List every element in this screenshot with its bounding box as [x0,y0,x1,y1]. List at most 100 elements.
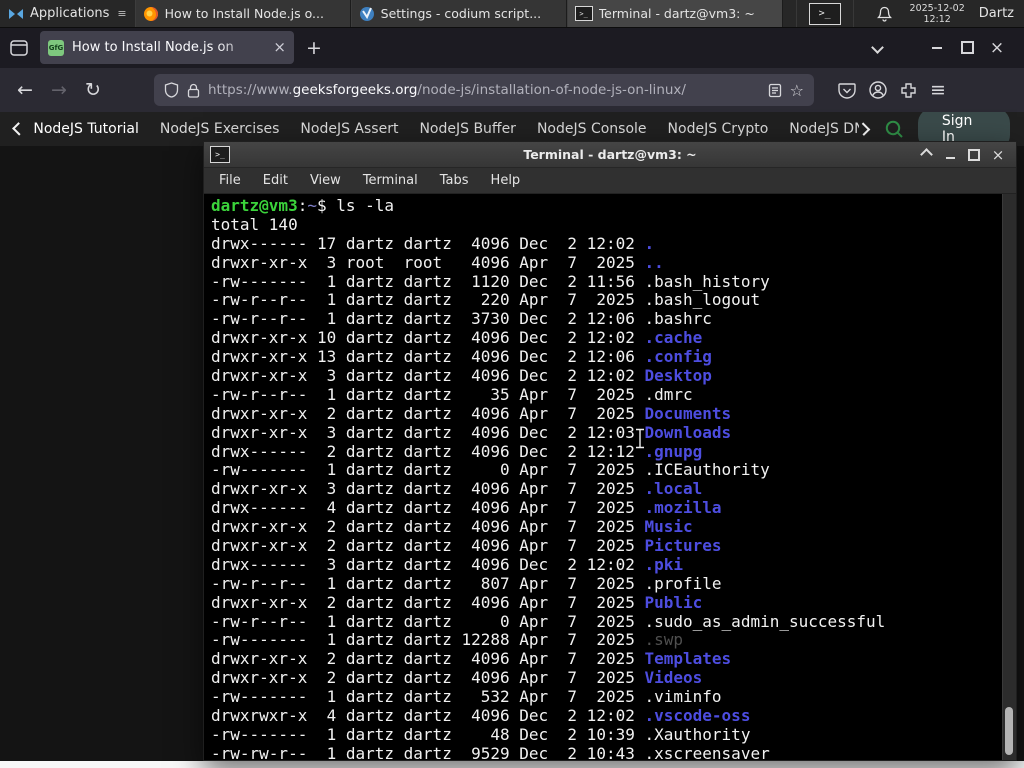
firefox-view-icon [10,39,28,56]
extensions-icon[interactable] [900,82,917,99]
window-minimize-button[interactable] [922,46,952,49]
menu-view[interactable]: View [299,173,352,188]
reader-view-icon[interactable] [768,83,782,98]
shield-icon [164,82,179,98]
terminal-file-line: drwxr-xr-x 2 dartz dartz 4096 Apr 7 2025… [211,403,732,423]
terminal-icon: >_ [574,6,593,21]
terminal-titlebar[interactable]: >_ Terminal - dartz@vm3: ~ × [204,142,1016,168]
terminal-file-line: -rw-rw-r-- 1 dartz dartz 9529 Dec 2 10:4… [211,743,770,760]
url-domain: geeksforgeeks.org [292,82,418,98]
browser-tab-active[interactable]: GfG How to Install Node.js on × [40,31,294,64]
terminal-file-line: drwxr-xr-x 3 dartz dartz 4096 Dec 2 12:0… [211,422,732,442]
mouse-ibeam-cursor [636,428,644,449]
terminal-file-line: -rw------- 1 dartz dartz 12288 Apr 7 202… [211,630,684,650]
taskbar-button-terminal[interactable]: >_ Terminal - dartz@vm3: ~ [566,0,783,27]
tab-close-button[interactable]: × [273,40,286,55]
site-nav-link[interactable]: NodeJS Console [537,121,647,137]
terminal-file-line: drwxr-xr-x 3 dartz dartz 4096 Apr 7 2025… [211,479,703,499]
panel-clock[interactable]: 2025-12-02 12:12 [902,0,973,27]
terminal-file-line: drwx------ 4 dartz dartz 4096 Apr 7 2025… [211,498,722,518]
site-nav-link[interactable]: NodeJS Buffer [419,121,516,137]
back-button[interactable]: ← [8,79,42,101]
terminal-file-line: drwxr-xr-x 10 dartz dartz 4096 Dec 2 12:… [211,328,703,348]
site-search-button[interactable] [884,119,904,139]
pocket-icon[interactable] [838,82,856,99]
site-nav-link[interactable]: NodeJS Assert [300,121,398,137]
taskbar-button-label: Terminal - dartz@vm3: ~ [598,6,755,21]
desktop-screen: Applications ≡ How to Install Node.js o.… [0,0,1024,768]
site-nav-links: NodeJS Tutorial NodeJS Exercises NodeJS As… [33,121,858,137]
bookmark-star-button[interactable]: ☆ [790,81,804,100]
applications-label: Applications [30,6,110,21]
menu-lines-icon: ≡ [117,7,127,20]
menu-help[interactable]: Help [480,173,532,188]
taskbar-button-label: How to Install Node.js o... [164,6,324,21]
clock-time: 12:12 [923,13,951,25]
list-tabs-button[interactable] [862,41,892,54]
browser-toolbar: ← → ↻ https://www.geeksforgeeks.org/node… [0,68,1024,112]
terminal-file-line: drwxr-xr-x 2 dartz dartz 4096 Apr 7 2025… [211,517,693,537]
site-nav-link[interactable]: NodeJS DNS [789,121,858,137]
webpage-bottom-strip [0,761,1024,768]
tab-title: How to Install Node.js on [72,40,234,55]
window-close-button[interactable]: × [982,38,1012,58]
nav-scroll-left-icon[interactable] [11,122,26,136]
terminal-file-line: drwxrwxr-x 4 dartz dartz 4096 Dec 2 12:0… [211,706,751,726]
menu-edit[interactable]: Edit [252,173,299,188]
terminal-file-line: -rw-r--r-- 1 dartz dartz 35 Apr 7 2025 .… [211,384,693,404]
terminal-file-line: -rw------- 1 dartz dartz 1120 Dec 2 11:5… [211,271,770,291]
terminal-maximize-button[interactable] [964,146,984,164]
terminal-file-line: drwxr-xr-x 2 dartz dartz 4096 Apr 7 2025… [211,536,722,556]
url-path: /node-js/installation-of-node-js-on-linu… [417,82,686,98]
terminal-total-line: total 140 [211,214,298,234]
terminal-prompt-line: dartz@vm3:~$ ls -la [211,196,395,215]
terminal-scrollbar[interactable] [1002,194,1016,760]
chevron-down-icon [870,41,884,54]
browser-tab-bar: GfG How to Install Node.js on × + × [0,27,1024,68]
terminal-file-line: -rw-r--r-- 1 dartz dartz 220 Apr 7 2025 … [211,290,761,310]
terminal-shade-button[interactable] [916,146,936,164]
terminal-file-line: drwxr-xr-x 2 dartz dartz 4096 Apr 7 2025… [211,649,732,669]
window-maximize-button[interactable] [952,41,982,54]
terminal-close-button[interactable]: × [988,146,1008,164]
url-text: https://www.geeksforgeeks.org/node-js/in… [208,82,760,98]
terminal-file-line: -rw------- 1 dartz dartz 532 Apr 7 2025 … [211,687,722,707]
site-nav-link[interactable]: NodeJS Crypto [668,121,769,137]
terminal-file-line: drwxr-xr-x 3 root root 4096 Apr 7 2025 .… [211,252,664,272]
new-tab-button[interactable]: + [306,37,322,59]
address-bar[interactable]: https://www.geeksforgeeks.org/node-js/in… [154,74,814,106]
notification-bell-button[interactable] [867,0,902,27]
terminal-scrollbar-thumb[interactable] [1005,707,1013,755]
terminal-window-title: Terminal - dartz@vm3: ~ [523,147,697,162]
firefox-view-button[interactable] [10,39,28,56]
terminal-file-line: -rw-r--r-- 1 dartz dartz 0 Apr 7 2025 .s… [211,611,886,631]
terminal-body[interactable]: dartz@vm3:~$ ls -la total 140 drwx------ 1… [204,194,1016,760]
applications-menu-button[interactable]: Applications ≡ [0,0,135,27]
taskbar-button-firefox[interactable]: How to Install Node.js o... [134,0,351,27]
system-panel: Applications ≡ How to Install Node.js o.… [0,0,1024,28]
terminal-file-line: -rw------- 1 dartz dartz 48 Dec 2 10:39 … [211,724,751,744]
firefox-icon [143,6,158,21]
terminal-menubar: File Edit View Terminal Tabs Help [204,168,1016,194]
application-menu-button[interactable]: ≡ [930,79,946,101]
terminal-file-line: -rw-r--r-- 1 dartz dartz 807 Apr 7 2025 … [211,573,722,593]
vscodium-icon [359,6,374,21]
terminal-file-line: drwx------ 2 dartz dartz 4096 Dec 2 12:1… [211,441,703,461]
menu-file[interactable]: File [208,173,252,188]
site-nav-link[interactable]: NodeJS Tutorial [33,121,138,137]
taskbar-button-vscodium[interactable]: Settings - codium script... [350,0,567,27]
distro-logo-icon [9,8,23,19]
menu-terminal[interactable]: Terminal [352,173,429,188]
site-nav-link[interactable]: NodeJS Exercises [160,121,280,137]
url-prefix: https://www. [208,82,293,98]
menu-tabs[interactable]: Tabs [429,173,480,188]
terminal-file-line: drwx------ 17 dartz dartz 4096 Dec 2 12:… [211,233,655,253]
terminal-file-line: drwxr-xr-x 13 dartz dartz 4096 Dec 2 12:… [211,347,712,367]
terminal-minimize-button[interactable] [940,146,960,164]
forward-button[interactable]: → [42,79,76,101]
terminal-launcher[interactable]: >_ [795,0,854,27]
account-icon[interactable] [869,81,887,99]
reload-button[interactable]: ↻ [76,79,110,101]
terminal-file-line: -rw-r--r-- 1 dartz dartz 3730 Dec 2 12:0… [211,309,712,329]
lock-icon [187,83,200,98]
